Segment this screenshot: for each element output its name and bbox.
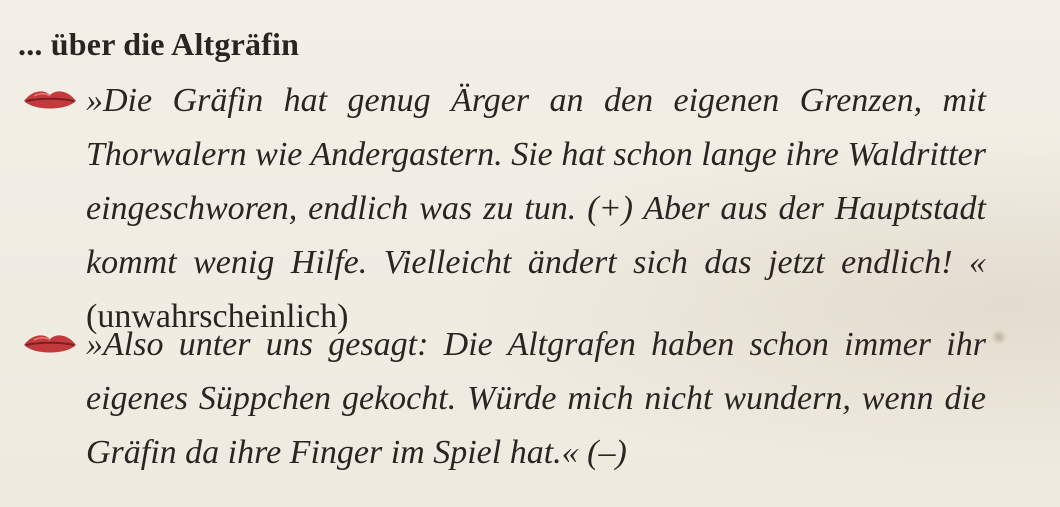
section-heading: ... über die Altgräfin — [18, 26, 300, 62]
page: ... über die Altgräfin »Die Gräfin hat g… — [0, 0, 1060, 507]
rumor-rating: (–) — [587, 434, 627, 471]
rumor-text: »Die Gräfin hat genug Ärger an den eigen… — [86, 74, 986, 344]
lips-icon — [24, 335, 76, 353]
rumor-quote: »Also unter uns gesagt: Die Altgrafen ha… — [86, 326, 986, 471]
lips-icon — [24, 91, 76, 109]
rumor-text: »Also unter uns gesagt: Die Altgrafen ha… — [86, 318, 986, 480]
rumor-quote: »Die Gräfin hat genug Ärger an den eigen… — [86, 82, 986, 281]
paper-speck — [990, 330, 1008, 344]
